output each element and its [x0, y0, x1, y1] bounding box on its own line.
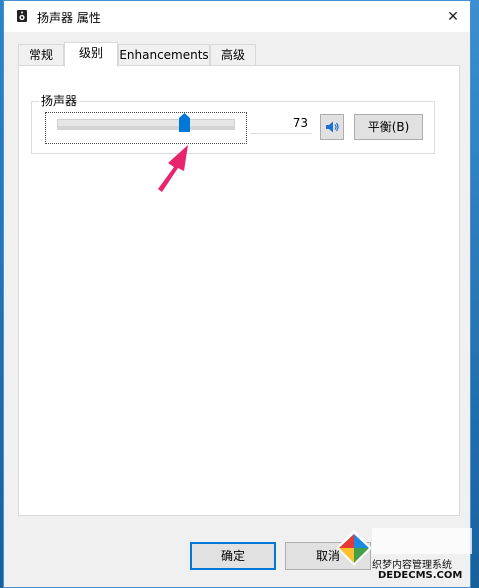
tab-levels[interactable]: 级别 — [64, 42, 118, 67]
mute-button[interactable] — [320, 114, 344, 140]
speaker-icon — [326, 121, 339, 133]
volume-slider-thumb[interactable] — [178, 113, 190, 132]
tab-label: 高级 — [220, 48, 245, 62]
speaker-device-icon — [17, 10, 27, 22]
tab-enhancements[interactable]: Enhancements — [118, 44, 210, 66]
balance-button[interactable]: 平衡(B) — [354, 114, 423, 140]
speaker-group-label: 扬声器 — [39, 92, 80, 109]
tab-general[interactable]: 常规 — [18, 44, 64, 66]
windows-logo-icon — [336, 530, 372, 566]
ok-button[interactable]: 确定 — [190, 542, 276, 570]
volume-value: 73 — [250, 114, 312, 134]
watermark-line1: 织梦内容管理系统 — [372, 560, 452, 571]
close-icon: ✕ — [447, 8, 459, 25]
close-button[interactable]: ✕ — [436, 1, 470, 32]
tab-label: Enhancements — [119, 48, 209, 62]
tab-label: 级别 — [78, 46, 103, 60]
window-title: 扬声器 属性 — [37, 11, 101, 25]
tab-label: 常规 — [28, 48, 53, 62]
title-bar: 扬声器 属性 ✕ — [4, 1, 470, 32]
annotation-arrow-icon — [158, 145, 188, 192]
tab-advanced[interactable]: 高级 — [210, 44, 256, 66]
site-watermark: 织梦内容管理系统 DEDECMS.COM — [332, 518, 479, 588]
watermark-line2: DEDECMS.COM — [378, 570, 463, 581]
levels-panel: 扬声器 73 平衡(B) — [18, 65, 460, 516]
speaker-properties-window: 扬声器 属性 ✕ 常规 级别 Enhancements 高级 扬声器 73 平衡… — [3, 0, 471, 588]
watermark-backdrop — [372, 528, 472, 554]
volume-slider-track-shadow — [57, 126, 235, 130]
